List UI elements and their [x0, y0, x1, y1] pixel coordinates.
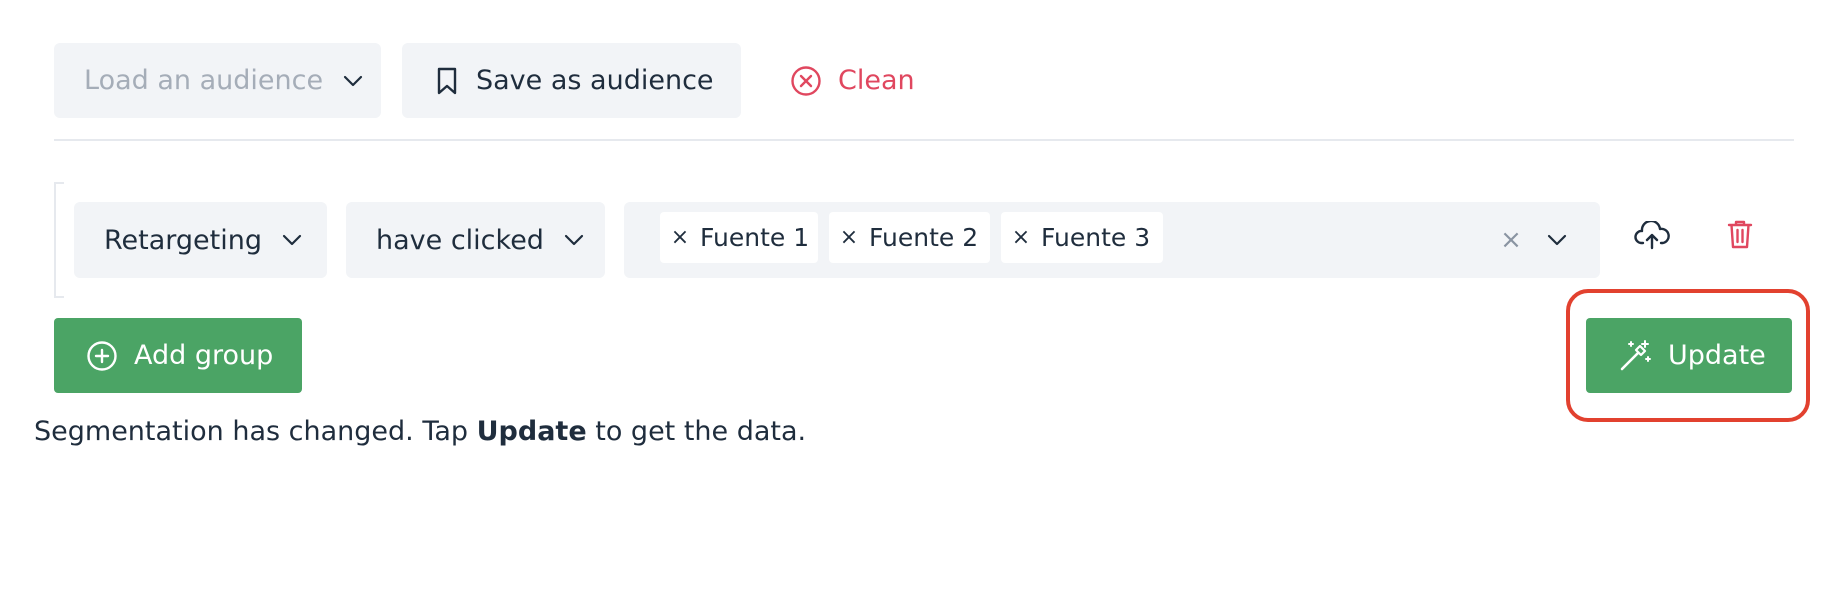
trash-icon[interactable]	[1724, 216, 1756, 252]
group-bracket	[54, 182, 64, 298]
segment-action-select[interactable]: have clicked	[346, 202, 605, 278]
close-circle-icon	[790, 65, 822, 97]
cloud-upload-icon[interactable]	[1634, 218, 1670, 254]
source-chip: × Fuente 1	[660, 212, 818, 263]
clear-selection-button[interactable]: ×	[1496, 222, 1526, 258]
update-button[interactable]: Update	[1586, 318, 1792, 393]
chevron-down-icon	[282, 234, 302, 246]
remove-chip-button[interactable]: ×	[1001, 225, 1041, 250]
update-label: Update	[1668, 340, 1766, 371]
chevron-down-icon	[343, 75, 363, 87]
segment-type-value: Retargeting	[104, 224, 263, 256]
segment-action-value: have clicked	[376, 224, 544, 256]
add-group-button[interactable]: Add group	[54, 318, 302, 393]
status-prefix: Segmentation has changed. Tap	[34, 416, 477, 447]
remove-chip-button[interactable]: ×	[660, 225, 700, 250]
status-suffix: to get the data.	[586, 416, 807, 447]
source-chip: × Fuente 2	[829, 212, 990, 263]
status-emphasis: Update	[476, 416, 587, 447]
clean-label: Clean	[838, 65, 915, 96]
clean-button[interactable]: Clean	[790, 43, 940, 118]
load-audience-placeholder: Load an audience	[84, 65, 324, 96]
source-chip-label: Fuente 2	[869, 223, 979, 252]
load-audience-select[interactable]: Load an audience	[54, 43, 381, 118]
save-as-audience-label: Save as audience	[476, 65, 714, 96]
plus-circle-icon	[86, 340, 118, 372]
source-chip-label: Fuente 1	[700, 223, 810, 252]
add-group-label: Add group	[134, 340, 274, 371]
bookmark-icon	[436, 67, 458, 95]
status-message: Segmentation has changed. Tap Update to …	[34, 416, 934, 456]
chevron-down-icon[interactable]	[1542, 222, 1572, 258]
toolbar-divider	[54, 139, 1794, 141]
chevron-down-icon	[564, 234, 584, 246]
source-chip: × Fuente 3	[1001, 212, 1163, 263]
segment-type-select[interactable]: Retargeting	[74, 202, 327, 278]
remove-chip-button[interactable]: ×	[829, 225, 869, 250]
save-as-audience-button[interactable]: Save as audience	[402, 43, 741, 118]
source-chip-label: Fuente 3	[1041, 223, 1151, 252]
magic-wand-icon	[1618, 339, 1652, 373]
